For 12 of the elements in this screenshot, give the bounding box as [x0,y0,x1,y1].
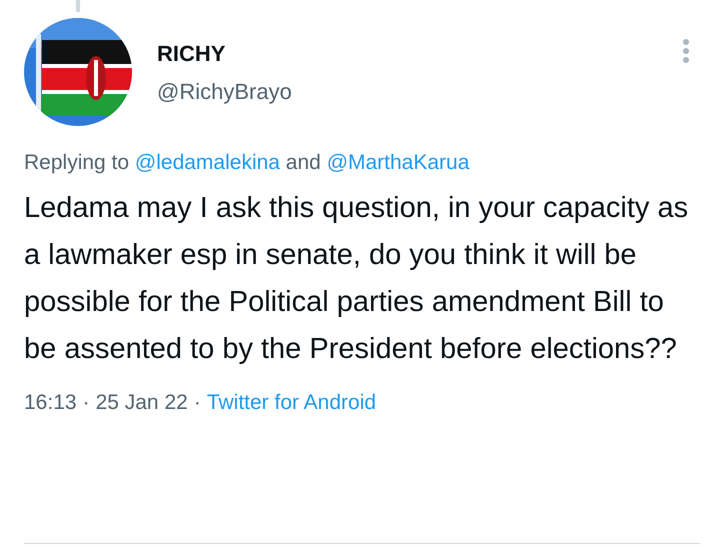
mention-link[interactable]: @MarthaKarua [326,151,470,174]
mention-link[interactable]: @ledamalekina [134,151,280,174]
author-name[interactable]: RICHY [157,40,292,68]
author-handle[interactable]: @RichyBrayo [157,78,292,106]
more-icon[interactable] [682,38,690,64]
tweet-date: 25 Jan 22 [96,390,188,416]
tweet-text: Ledama may I ask this question, in your capacity as a lawmaker esp in senate, do you think it will be possible for the Political parties amendment Bill to be assented to by the President before elections?? [24,191,690,367]
separator-dot: · [194,390,201,416]
tweet-time: 16:13 [24,390,77,416]
replying-to-text: Replying to @ledamalekina and @MarthaKarua [24,150,470,176]
separator-dot: · [82,390,90,416]
source-link[interactable]: Twitter for Android [206,389,376,417]
